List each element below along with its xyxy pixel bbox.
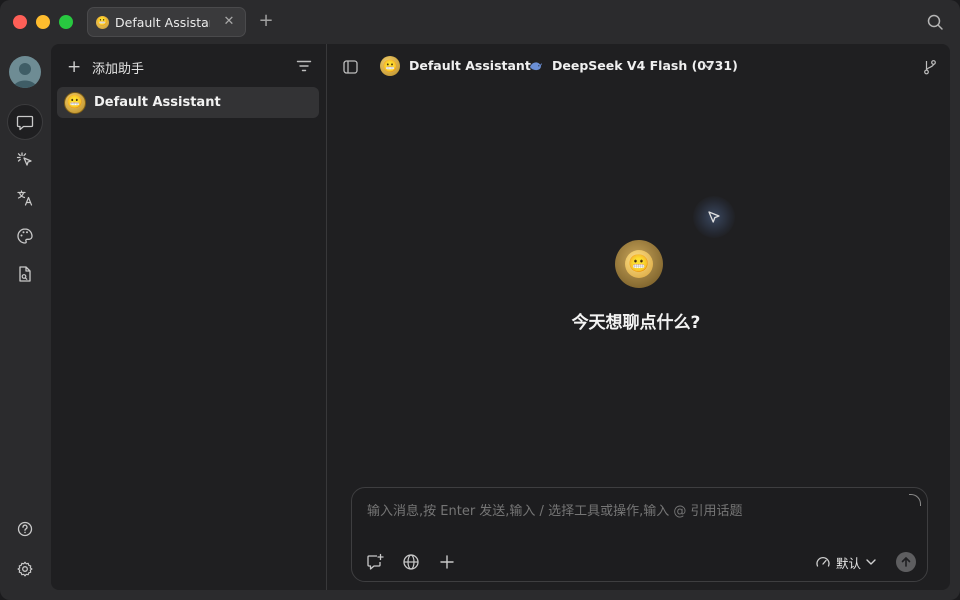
rail-translate-button[interactable] — [7, 180, 43, 216]
deepseek-whale-icon — [530, 62, 542, 71]
left-rail — [0, 44, 50, 600]
arrow-up-icon — [901, 557, 911, 567]
reasoning-mode-label: 默认 — [836, 555, 862, 571]
sparkle-cursor-icon — [16, 152, 32, 166]
chat-area: 😬 Default Assistant DeepSeek V4 Flash (0… — [326, 44, 950, 590]
add-attachment-button[interactable] — [437, 552, 457, 572]
chat-bubble-icon — [16, 115, 34, 131]
title-bar: 😬 Default Assistant ✕ + — [0, 0, 960, 44]
assistant-item-default[interactable]: 😬 Default Assistant — [57, 87, 319, 118]
new-chat-icon — [367, 553, 384, 570]
gear-icon — [17, 561, 33, 577]
translate-icon — [17, 190, 33, 206]
sidebar-toggle-icon[interactable] — [343, 60, 358, 74]
cursor-arrow-icon — [708, 211, 720, 223]
git-branch-icon[interactable] — [923, 59, 937, 75]
welcome-text: 今天想聊点什么? — [571, 313, 701, 333]
plus-icon: + — [67, 57, 82, 77]
tab-title: Default Assistant — [115, 14, 210, 30]
rail-help-button[interactable] — [7, 511, 43, 547]
window-minimize-button[interactable] — [36, 15, 50, 29]
app-window: 😬 Default Assistant ✕ + — [0, 0, 960, 600]
chevron-down-icon — [866, 559, 876, 565]
plus-icon — [440, 555, 454, 569]
window-maximize-button[interactable] — [59, 15, 73, 29]
user-avatar[interactable] — [9, 56, 41, 88]
globe-icon — [403, 554, 419, 570]
help-icon — [17, 521, 33, 537]
search-icon[interactable] — [926, 13, 944, 31]
reasoning-mode-selector[interactable]: 默认 — [815, 552, 876, 572]
speedometer-icon — [816, 556, 830, 567]
avatar-user-icon — [13, 63, 37, 88]
welcome-assistant-avatar: 😬 — [615, 240, 663, 288]
chat-header: 😬 Default Assistant DeepSeek V4 Flash (0… — [327, 44, 951, 88]
tab-close-icon[interactable]: ✕ — [222, 15, 236, 29]
grimace-emoji-icon: 😬 — [625, 250, 653, 278]
add-assistant-button[interactable]: + 添加助手 — [67, 56, 144, 78]
assistant-item-label: Default Assistant — [94, 95, 221, 110]
chevron-down-icon[interactable] — [703, 62, 713, 70]
message-input[interactable] — [367, 504, 887, 519]
message-composer: 默认 — [351, 487, 928, 582]
new-topic-button[interactable] — [365, 552, 385, 572]
rail-agents-button[interactable] — [7, 142, 43, 178]
new-tab-icon[interactable]: + — [257, 11, 275, 31]
tab-emoji-icon: 😬 — [96, 15, 109, 29]
tab-default-assistant[interactable]: 😬 Default Assistant ✕ — [87, 7, 246, 37]
web-search-button[interactable] — [401, 552, 421, 572]
rail-chat-button[interactable] — [7, 104, 43, 140]
window-close-button[interactable] — [13, 15, 27, 29]
assistants-panel: + 添加助手 😬 Default Assistant — [51, 44, 326, 590]
header-assistant-emoji-icon: 😬 — [380, 56, 400, 76]
header-assistant-name[interactable]: Default Assistant — [409, 58, 531, 73]
send-button[interactable] — [896, 552, 916, 572]
rail-files-button[interactable] — [7, 256, 43, 292]
resize-handle-icon[interactable] — [909, 494, 921, 506]
cursor-indicator — [693, 196, 735, 238]
rail-paintings-button[interactable] — [7, 218, 43, 254]
filter-icon[interactable] — [296, 59, 312, 73]
file-icon — [19, 266, 31, 282]
add-assistant-label: 添加助手 — [92, 61, 145, 77]
assistant-emoji-icon: 😬 — [64, 91, 86, 114]
rail-settings-button[interactable] — [7, 551, 43, 587]
palette-icon — [17, 228, 33, 244]
